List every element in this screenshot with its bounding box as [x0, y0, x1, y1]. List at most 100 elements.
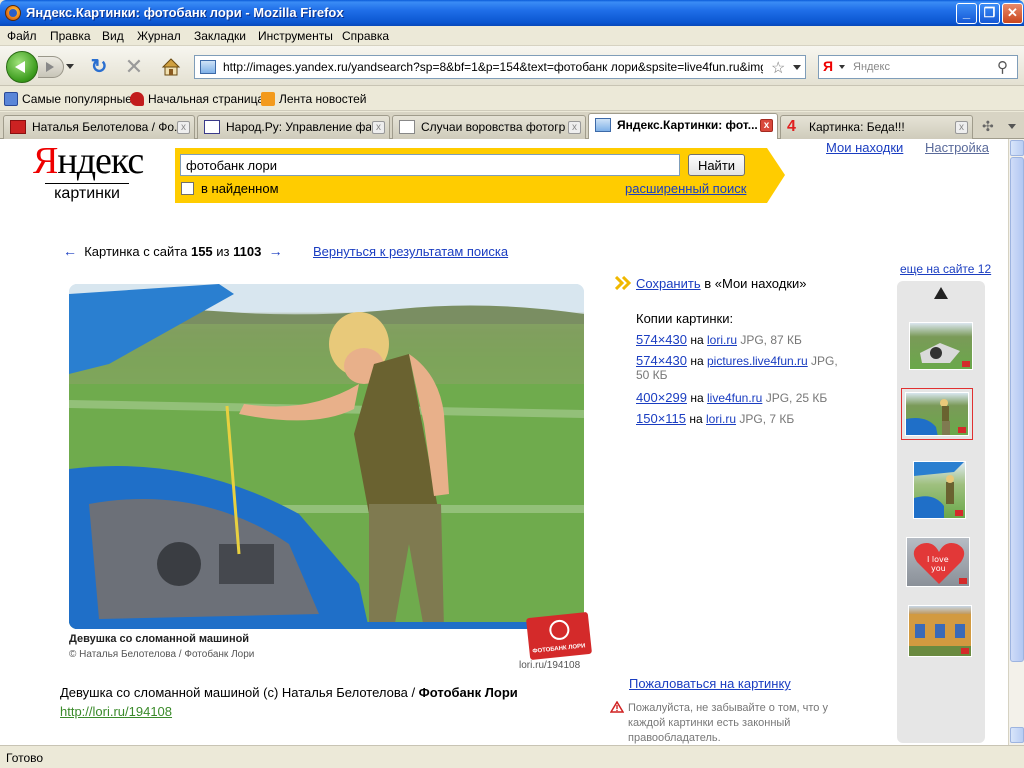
- copies-title: Копии картинки:: [636, 311, 734, 326]
- image-source-link[interactable]: http://lori.ru/194108: [60, 704, 172, 719]
- site-favicon-icon: [200, 60, 216, 74]
- advanced-search-link[interactable]: расширенный поиск: [625, 181, 746, 196]
- scroll-up-icon[interactable]: [1010, 140, 1024, 156]
- url-dropdown-icon[interactable]: [793, 65, 801, 70]
- narod-favicon-icon: [204, 120, 220, 134]
- thumbnail-heart-love-you[interactable]: I love you: [906, 537, 970, 587]
- image-search-input[interactable]: [180, 154, 680, 176]
- search-engine-dropdown-icon[interactable]: [839, 65, 845, 69]
- search-placeholder[interactable]: Яндекс: [853, 61, 890, 73]
- bookmark-home-page[interactable]: Начальная страница: [130, 92, 264, 106]
- firefox-icon: [5, 5, 21, 21]
- menu-file[interactable]: Файл: [7, 29, 37, 43]
- tab-close-icon[interactable]: x: [177, 121, 190, 134]
- search-icon[interactable]: ⚲: [997, 58, 1008, 76]
- tab-yandex-images[interactable]: Яндекс.Картинки: фот... x: [588, 113, 778, 139]
- scroll-down-icon[interactable]: [1010, 727, 1024, 743]
- search-box[interactable]: Я Яндекс ⚲: [818, 55, 1018, 79]
- bookmark-most-visited[interactable]: Самые популярные: [4, 92, 132, 106]
- tab-belotelova[interactable]: Наталья Белотелова / Фо... x: [3, 115, 195, 139]
- copy-site-link[interactable]: live4fun.ru: [707, 391, 762, 405]
- copyright-warning: Пожалуйста, не забывайте о том, что у ка…: [628, 702, 828, 744]
- number-four-favicon-icon: 4: [787, 118, 796, 135]
- main-image[interactable]: [69, 284, 584, 629]
- menu-edit[interactable]: Правка: [50, 29, 91, 43]
- copy-size-link[interactable]: 574×430: [636, 332, 687, 347]
- tab-theft-cases[interactable]: Случаи воровства фотогр... x: [392, 115, 586, 139]
- back-to-results-link[interactable]: Вернуться к результатам поиска: [313, 244, 508, 259]
- next-image-arrow[interactable]: →: [269, 243, 283, 259]
- save-to-finds: Сохранить в «Мои находки»: [636, 276, 807, 291]
- menu-bookmarks[interactable]: Закладки: [194, 29, 246, 43]
- lori-photobank-logo: ФОТОБАНК ЛОРИ: [525, 611, 593, 661]
- prev-image-arrow[interactable]: ←: [63, 243, 77, 259]
- save-arrows-icon: [615, 276, 632, 290]
- search-panel-arrow: [767, 148, 785, 203]
- reload-icon[interactable]: ↻: [88, 56, 110, 78]
- tab-list-dropdown-icon[interactable]: [1008, 124, 1016, 129]
- settings-link[interactable]: Настройка: [925, 140, 989, 155]
- bookmark-star-icon[interactable]: ☆: [771, 58, 785, 78]
- window-title-bar[interactable]: Яндекс.Картинки: фотобанк лори - Mozilla…: [0, 0, 1024, 26]
- maximize-button[interactable]: ❐: [979, 3, 1000, 24]
- thumbnail-current-image[interactable]: [901, 388, 973, 440]
- copy-size-link[interactable]: 150×115: [636, 411, 686, 426]
- find-button[interactable]: Найти: [688, 154, 745, 176]
- yandex-logo[interactable]: Яндекс картинки: [33, 139, 144, 202]
- in-found-label[interactable]: в найденном: [201, 181, 279, 196]
- close-window-button[interactable]: ✕: [1002, 3, 1023, 24]
- tab-narod[interactable]: Народ.Ру: Управление фа... x: [197, 115, 390, 139]
- pager-total: 1103: [233, 244, 262, 259]
- menu-help[interactable]: Справка: [342, 29, 389, 43]
- tab-close-icon[interactable]: x: [955, 121, 968, 134]
- bookmark-news-feed[interactable]: Лента новостей: [261, 92, 367, 106]
- copy-site-link[interactable]: lori.ru: [706, 412, 736, 426]
- home-icon[interactable]: [160, 56, 182, 78]
- menu-history[interactable]: Журнал: [137, 29, 181, 43]
- scrollbar-thumb[interactable]: [1010, 157, 1024, 662]
- yandex-search-engine-icon[interactable]: Я: [823, 58, 833, 74]
- my-finds-link[interactable]: Мои находки: [826, 140, 903, 155]
- thumbnail-wooden-house[interactable]: [908, 605, 972, 657]
- images-service-label[interactable]: картинки: [45, 183, 129, 203]
- thumbnail-car-hood-girl[interactable]: [913, 461, 966, 519]
- page-content: Яндекс картинки Найти в найденном расшир…: [0, 139, 1008, 745]
- copy-site-link[interactable]: lori.ru: [707, 333, 737, 347]
- copy-row: 574×430 на pictures.live4fun.ru JPG, 50 …: [636, 353, 838, 382]
- image-pager: ← Картинка с сайта 155 из 1103 →: [63, 243, 283, 259]
- svg-text:I love: I love: [927, 555, 949, 564]
- minimize-button[interactable]: _: [956, 3, 977, 24]
- lori-favicon-icon: [10, 120, 26, 134]
- image-description: Девушка со сломанной машиной (c) Наталья…: [60, 685, 518, 700]
- new-tab-icon[interactable]: ✣: [982, 118, 994, 135]
- menu-view[interactable]: Вид: [102, 29, 124, 43]
- back-button[interactable]: [6, 51, 38, 83]
- report-image-link[interactable]: Пожаловаться на картинку: [629, 676, 791, 691]
- vertical-scrollbar[interactable]: [1008, 139, 1024, 745]
- history-dropdown-icon[interactable]: [66, 64, 74, 69]
- tab-close-icon[interactable]: x: [760, 119, 773, 132]
- copy-site-link[interactable]: pictures.live4fun.ru: [707, 354, 808, 368]
- forward-button[interactable]: [38, 56, 64, 78]
- stop-icon[interactable]: ✕: [123, 56, 145, 78]
- tab-picture-trouble[interactable]: 4 Картинка: Беда!!! x: [780, 115, 973, 139]
- thumbnails-up-arrow-icon[interactable]: [934, 287, 948, 299]
- copy-size-link[interactable]: 400×299: [636, 390, 687, 405]
- url-text[interactable]: http://images.yandex.ru/yandsearch?sp=8&…: [223, 60, 763, 74]
- navigation-toolbar: ↻ ✕ http://images.yandex.ru/yandsearch?s…: [0, 46, 1024, 86]
- tab-close-icon[interactable]: x: [568, 121, 581, 134]
- window-title: Яндекс.Картинки: фотобанк лори - Mozilla…: [26, 5, 344, 20]
- most-visited-icon: [4, 92, 18, 106]
- menu-tools[interactable]: Инструменты: [258, 29, 333, 43]
- more-on-site-link[interactable]: еще на сайте 12: [900, 262, 991, 276]
- svg-text:you: you: [931, 564, 946, 573]
- tab-bar: Наталья Белотелова / Фо... x Народ.Ру: У…: [0, 112, 1024, 139]
- url-bar[interactable]: http://images.yandex.ru/yandsearch?sp=8&…: [194, 55, 806, 79]
- copy-size-link[interactable]: 574×430: [636, 353, 687, 368]
- status-text: Готово: [6, 751, 44, 765]
- thumbnail-broken-car-field[interactable]: [909, 322, 973, 370]
- tab-close-icon[interactable]: x: [372, 121, 385, 134]
- save-link[interactable]: Сохранить: [636, 276, 701, 291]
- copy-row: 150×115 на lori.ru JPG, 7 КБ: [636, 411, 795, 426]
- in-found-checkbox[interactable]: [181, 182, 194, 195]
